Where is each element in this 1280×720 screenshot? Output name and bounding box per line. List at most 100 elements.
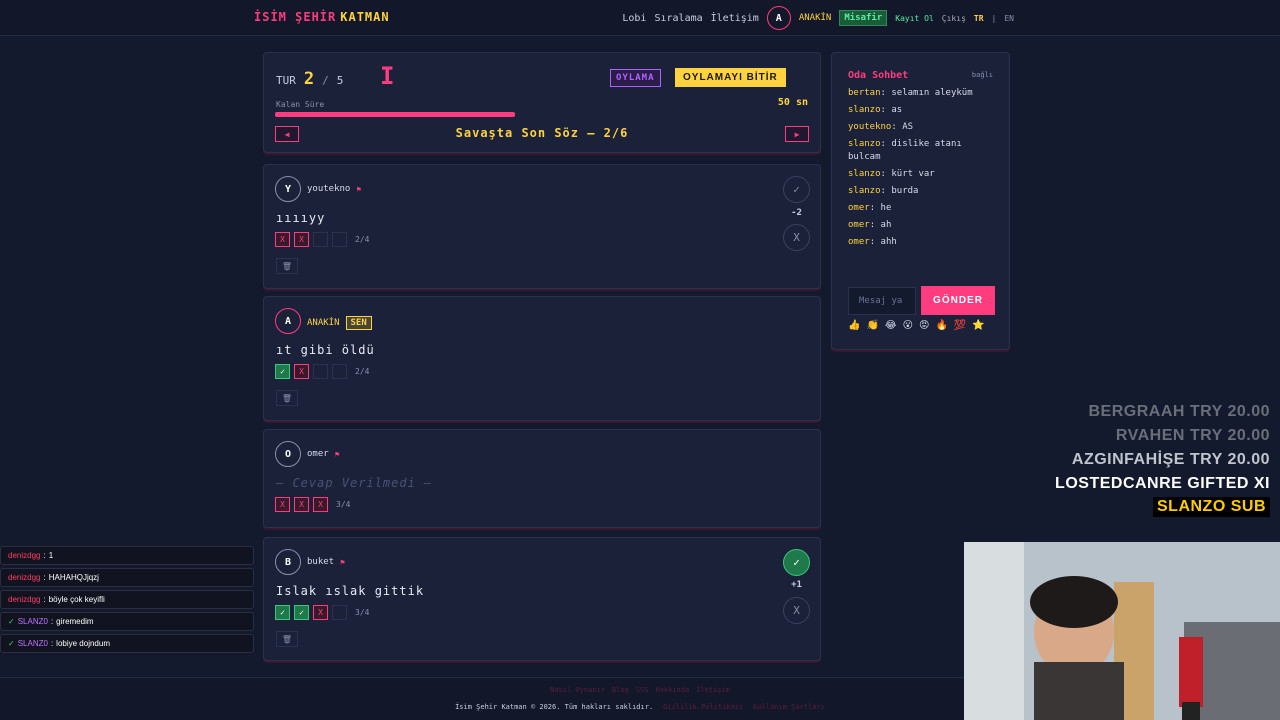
approve-button[interactable]: ✓ [783,176,810,203]
stream-chat-message: denizdgg:1 [0,546,254,565]
chat-message: youtekno: AS [848,122,914,132]
thumbs-up-icon[interactable]: 👍 [848,320,860,331]
player-answer-empty: — Cevap Verilmedi — [276,476,433,490]
chat-message: slanzo: burda [848,186,919,196]
terms-link[interactable]: Kullanım Şartları [753,703,825,711]
round-current: 2 [303,69,315,89]
donation-alert: LOSTEDCANRE GIFTED XI [1055,475,1270,492]
vote-empty [313,364,328,379]
player-name-row: ANAKİN SEN [307,316,372,330]
lang-separator: | [991,13,997,23]
player-name-row: buket ⚑ [307,557,345,567]
time-value: 50 sn [777,97,808,108]
chat-status: bağlı [971,71,993,79]
nav-contact[interactable]: İletişim [711,13,759,24]
chat-message: slanzo: kürt var [848,169,935,179]
answer-card: Y youtekno ⚑ ııııyy XX 2/4 🗑 ✓ -2 X [263,164,821,289]
player-avatar: B [275,549,301,575]
you-badge: SEN [345,316,372,330]
vote-boxes: XX 2/4 [275,232,369,247]
footer-link[interactable]: Blog [612,686,629,694]
top-nav: Lobi Sıralama İletişim A ANAKİN Misafir … [622,0,1280,36]
footer-link[interactable]: Hakkında [655,686,689,694]
vote-boxes: ✓ X 2/4 [275,364,369,379]
emoji-bar: 👍 👏 😂 😮 😡 🔥 💯 ⭐ [848,320,985,331]
approve-button[interactable]: ✓ [783,549,810,576]
next-category-button[interactable]: ▶ [785,126,809,142]
fire-icon[interactable]: 🔥 [935,320,947,331]
report-flag-icon[interactable]: ⚑ [335,450,340,459]
hundred-icon[interactable]: 💯 [954,320,966,331]
round-sep: / [322,74,329,87]
player-score: +1 [791,580,802,590]
chat-message: omer: ah [848,220,892,230]
chat-messages: bertan: selamın aleyküm slanzo: as youte… [848,87,998,253]
nav-ranking[interactable]: Sıralama [654,13,702,24]
time-progress-fill [275,112,516,117]
player-name: youtekno [307,184,351,194]
user-avatar[interactable]: A [766,6,791,30]
donation-alert: RVAHEN TRY 20.00 [1115,427,1270,444]
player-avatar: Y [275,176,301,202]
lang-tr[interactable]: TR [974,14,984,23]
stream-chat-message: denizdgg: böyle çok keyifli [0,590,254,609]
answer-card: B buket ⚑ Islak ıslak gittik ✓ ✓ X 3/4 🗑 ✓ … [263,537,821,661]
clap-icon[interactable]: 👏 [866,320,878,331]
stream-chat-message: ✓ SLANZ0: lobiye dojndum [0,634,254,653]
round-header: TUR 2 / 5 I OYLAMA OYLAMAYI BİTİR Kalan … [263,52,821,153]
trash-icon[interactable]: 🗑 [276,258,298,274]
report-flag-icon[interactable]: ⚑ [356,185,361,194]
finish-vote-button[interactable]: OYLAMAYI BİTİR [675,68,786,87]
answer-card-self: A ANAKİN SEN ıt gibi öldü ✓ X 2/4 🗑 [263,296,821,421]
surprised-icon[interactable]: 😮 [903,320,913,331]
footer-link[interactable]: İletişim [696,686,730,694]
stream-chat-overlay: denizdgg:1 denizdgg: HAHAHQJjqzj denizdgg… [0,546,254,656]
vote-count: 3/4 [355,608,370,617]
vote-reject-icon: X [294,364,309,379]
trash-icon[interactable]: 🗑 [276,390,298,406]
round-counter: TUR 2 / 5 [276,69,343,89]
chat-input[interactable]: Mesaj ya [848,287,916,315]
lang-en[interactable]: EN [1004,14,1014,23]
trash-icon[interactable]: 🗑 [276,631,298,647]
prev-category-button[interactable]: ◀ [275,126,299,142]
time-progress-bar [275,112,809,117]
vote-count: 3/4 [336,500,351,509]
chat-message: slanzo: as [848,105,903,115]
register-link[interactable]: Kayıt Ol [895,14,934,23]
vote-empty [332,605,347,620]
privacy-link[interactable]: Gizlilik Politikası [663,703,743,711]
chat-send-button[interactable]: GÖNDER [921,286,995,315]
sub-alert: SLANZO SUB [1153,497,1270,517]
guest-badge: Misafir [839,10,888,26]
room-chat: Oda Sohbet bağlı bertan: selamın aleyküm… [831,52,1010,350]
chat-message: bertan: selamın aleyküm [848,88,973,98]
laugh-icon[interactable]: 😂 [885,320,897,331]
vote-reject-icon: X [294,497,309,512]
donation-alert: BERGRAAH TRY 20.00 [1088,403,1270,420]
vote-boxes: XXX 3/4 [275,497,350,512]
webcam-image [964,542,1280,720]
vote-approve-icon: ✓ [294,605,309,620]
vote-empty [313,232,328,247]
reject-button[interactable]: X [783,224,810,251]
angry-icon[interactable]: 😡 [919,320,929,331]
nav-lobby[interactable]: Lobi [622,13,646,24]
donation-alert: AZGINFAHİŞE TRY 20.00 [1071,451,1270,468]
footer-link[interactable]: Nasıl Oynanır [550,686,605,694]
vote-boxes: ✓ ✓ X 3/4 [275,605,369,620]
report-flag-icon[interactable]: ⚑ [340,558,345,567]
site-logo[interactable]: İSİM ŞEHİR KATMAN [254,10,390,24]
answer-card: O omer ⚑ — Cevap Verilmedi — XXX 3/4 [263,429,821,528]
top-bar: İSİM ŞEHİR KATMAN Lobi Sıralama İletişim … [0,0,1280,36]
round-label: TUR [276,74,296,87]
round-total: 5 [336,74,344,87]
player-name: omer [307,449,329,459]
reject-button[interactable]: X [783,597,810,624]
footer-link[interactable]: SSS [636,686,649,694]
vote-count: 2/4 [355,235,370,244]
logout-link[interactable]: Çıkış [942,14,966,23]
star-icon[interactable]: ⭐ [972,320,984,331]
player-name-row: youtekno ⚑ [307,184,361,194]
player-name: ANAKİN [307,318,340,328]
